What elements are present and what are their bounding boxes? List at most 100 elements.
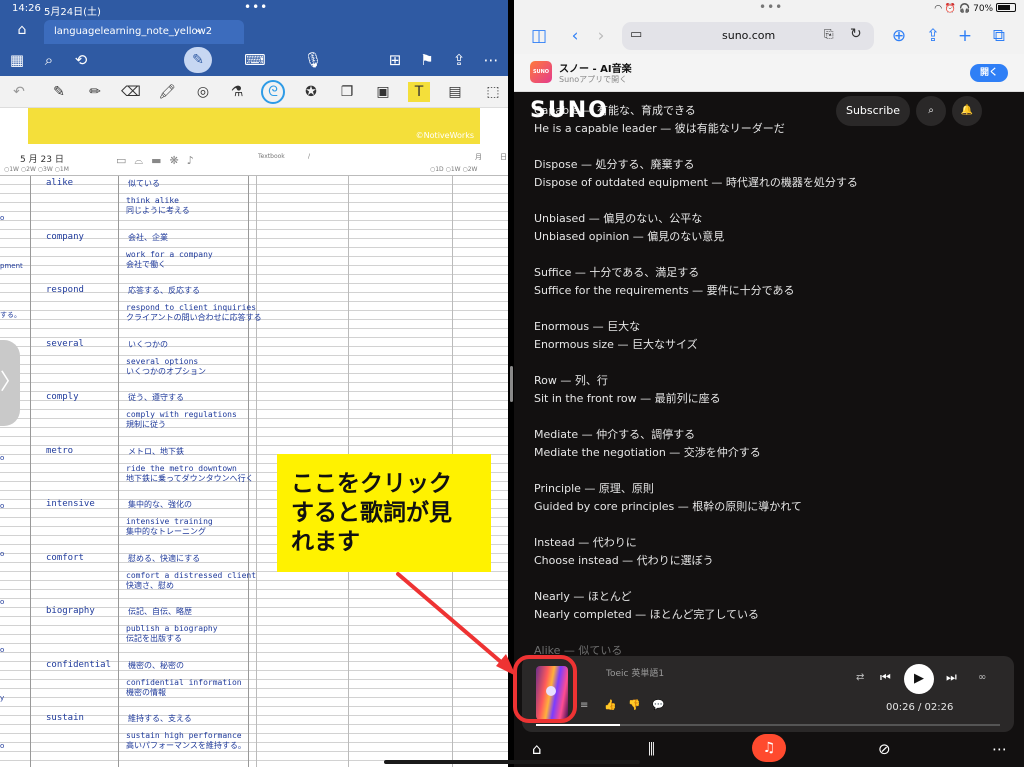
- status-time: 14:26: [12, 3, 41, 14]
- microphone-icon[interactable]: 🎙: [302, 50, 324, 70]
- more-icon[interactable]: ⋯: [992, 740, 1007, 758]
- review-checkboxes-right[interactable]: ○1D ○1W ○2W: [430, 166, 477, 173]
- search-icon[interactable]: ⌕: [38, 50, 60, 70]
- bookmark-icon[interactable]: ⚑: [416, 50, 438, 70]
- document-tab-title: languagelearning_note_yellow2: [54, 26, 213, 37]
- watermark: ©NotiveWorks: [415, 131, 474, 140]
- vocab-meaning: 似ている: [128, 179, 160, 188]
- search-icon[interactable]: ⌕: [916, 96, 946, 126]
- progress-bar[interactable]: [536, 724, 1000, 726]
- multitask-dots-icon[interactable]: •••: [759, 0, 783, 14]
- callout-line-1: ここをクリック: [291, 471, 452, 497]
- textbook-label: Textbook: [258, 153, 285, 160]
- pen-icon[interactable]: ✎: [48, 82, 70, 102]
- back-icon[interactable]: ‹: [564, 26, 586, 46]
- comment-icon[interactable]: 💬: [652, 700, 664, 711]
- page-menu-icon[interactable]: ▭: [630, 27, 642, 42]
- home-indicator[interactable]: [384, 760, 640, 764]
- address-bar[interactable]: ▭ suno.com ⎘ ↻: [622, 22, 874, 50]
- lyric-line: Choose instead — 代わりに選ぼう: [534, 554, 714, 567]
- vocab-word: respond: [46, 285, 84, 295]
- lyric-line: Suffice — 十分である、満足する: [534, 266, 700, 279]
- add-page-icon[interactable]: ⊞: [384, 50, 406, 70]
- callout-line-3: れます: [291, 529, 360, 555]
- sidebar-icon[interactable]: ◫: [528, 26, 550, 46]
- grid-icon[interactable]: ▦: [6, 50, 28, 70]
- safari-pane: ••• ◠ ⏰ 🎧 70% ◫ ‹ › ▭ suno.com ⎘ ↻ ⊕ ⇪ +…: [514, 0, 1024, 767]
- select-box-icon[interactable]: ⬚: [482, 82, 504, 102]
- lasso-sync-icon[interactable]: ⟲: [70, 50, 92, 70]
- page-date: 5 月 23 日: [20, 152, 64, 165]
- alarm-icon: ⏰: [944, 4, 957, 14]
- reload-icon[interactable]: ↻: [850, 26, 862, 42]
- new-tab-icon[interactable]: +: [954, 26, 976, 46]
- edge-fragment: o: [0, 598, 5, 606]
- library-icon[interactable]: ⫼: [648, 740, 655, 758]
- book-icon[interactable]: ▭: [116, 154, 134, 167]
- document-tab[interactable]: languagelearning_note_yellow2 ⌄: [44, 20, 244, 44]
- ai-icon[interactable]: ❋: [170, 154, 187, 167]
- bell-icon[interactable]: 🔔: [952, 96, 982, 126]
- play-icon[interactable]: ▶: [904, 664, 934, 694]
- shape-icon[interactable]: ◎: [192, 82, 214, 102]
- previous-track-icon[interactable]: ⏮: [880, 670, 891, 685]
- sticker-icon[interactable]: ✪: [300, 82, 322, 102]
- next-track-icon[interactable]: ⏭: [946, 670, 957, 685]
- dash-icon[interactable]: ▬: [151, 154, 169, 167]
- screen: 14:26 5月24日(土) ••• ⌂ languagelearning_no…: [0, 0, 1024, 767]
- extension-icon[interactable]: ⎘: [824, 27, 834, 42]
- date-month: 5: [20, 155, 26, 165]
- suno-logo[interactable]: SUNO: [530, 98, 609, 123]
- share-icon[interactable]: ⇪: [922, 26, 944, 46]
- link-icon[interactable]: ∞: [978, 672, 986, 683]
- edge-fragment: pment: [0, 262, 23, 270]
- element-icon[interactable]: ❐: [336, 82, 358, 102]
- more-icon[interactable]: ⋯: [480, 50, 502, 70]
- like-icon[interactable]: 👍: [604, 700, 616, 711]
- pencil-icon[interactable]: ✏: [84, 82, 106, 102]
- open-app-button[interactable]: 開く: [970, 64, 1008, 82]
- create-music-icon[interactable]: ♫: [752, 734, 786, 762]
- eraser-icon[interactable]: ⌫: [120, 82, 142, 102]
- vocab-meaning: 機密の、秘密の: [128, 660, 184, 670]
- safari-toolbar: ◫ ‹ › ▭ suno.com ⎘ ↻ ⊕ ⇪ + ⧉: [514, 18, 1024, 54]
- chevron-right-icon[interactable]: 〉: [0, 340, 22, 426]
- music-note-icon[interactable]: ♪: [187, 154, 202, 167]
- highlighter-icon[interactable]: 🖍: [156, 82, 178, 102]
- queue-icon[interactable]: ≡: [580, 700, 588, 711]
- vocab-example-translation: 快適さ、慰め: [126, 580, 174, 590]
- cap-icon[interactable]: ⌓: [134, 154, 151, 167]
- image-icon[interactable]: ▣: [372, 82, 394, 102]
- home-icon[interactable]: ⌂: [532, 740, 542, 758]
- lyric-line: Suffice for the requirements — 要件に十分である: [534, 284, 795, 297]
- download-icon[interactable]: ⊕: [888, 26, 910, 46]
- laser-icon[interactable]: ⚗: [226, 82, 248, 102]
- multitask-dots-icon[interactable]: •••: [244, 0, 268, 14]
- chevron-down-icon[interactable]: ⌄: [194, 24, 202, 35]
- dislike-icon[interactable]: 👎: [628, 700, 640, 711]
- vocab-example: comply with regulations: [126, 410, 237, 419]
- tabs-icon[interactable]: ⧉: [988, 26, 1010, 46]
- home-icon[interactable]: ⌂: [12, 22, 32, 40]
- vocab-example-translation: 規制に従う: [126, 420, 166, 429]
- forward-icon[interactable]: ›: [590, 26, 612, 46]
- vocab-word: sustain: [46, 713, 84, 723]
- vocab-meaning: 従う、遵守する: [128, 393, 184, 402]
- vocab-word: confidential: [46, 659, 112, 670]
- lasso-icon[interactable]: ᘓ: [262, 82, 284, 102]
- split-view-grip[interactable]: [510, 366, 513, 402]
- repeat-icon[interactable]: ⇄: [856, 672, 864, 683]
- review-checkboxes-left[interactable]: ○1W ○2W ○3W ○1M: [4, 166, 69, 173]
- explore-icon[interactable]: ⊘: [878, 740, 891, 758]
- subscribe-button[interactable]: Subscribe: [836, 96, 910, 126]
- pen-mode-icon[interactable]: ✎: [184, 47, 212, 73]
- vocab-example-translation: 会社で働く: [126, 259, 166, 269]
- now-playing-bar[interactable]: Toeic 英単語1 ≡ 👍 👎 💬 ⇄ ⏮ ▶ ⏭ ∞ 00:26 / 02:…: [522, 656, 1014, 732]
- share-icon[interactable]: ⇪: [448, 50, 470, 70]
- song-title[interactable]: Toeic 英単語1: [606, 666, 664, 679]
- template-icon[interactable]: ▤: [444, 82, 466, 102]
- undo-icon[interactable]: ↶: [8, 82, 30, 102]
- text-icon[interactable]: T: [408, 82, 430, 102]
- keyboard-icon[interactable]: ⌨: [244, 50, 266, 70]
- lyric-line: Enormous size — 巨大なサイズ: [534, 338, 698, 351]
